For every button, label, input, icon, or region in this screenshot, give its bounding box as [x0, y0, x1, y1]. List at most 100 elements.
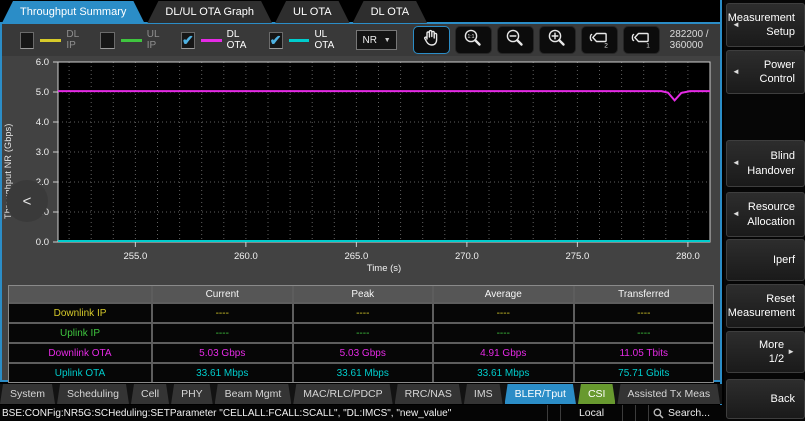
svg-text:2: 2	[604, 42, 608, 49]
row-label-downlink-ip: Downlink IP	[9, 304, 151, 322]
chart-toolbar: 1:1 2 1	[413, 26, 660, 54]
tab-ul-ota[interactable]: UL OTA	[275, 1, 350, 23]
tab-mac-rlc-pdcp[interactable]: MAC/RLC/PDCP	[293, 384, 392, 404]
zoom-1to1-button[interactable]: 1:1	[455, 26, 492, 54]
value-cell: ----	[153, 324, 292, 342]
softkey-label: Power Control	[741, 58, 795, 87]
rat-dropdown[interactable]: NR ▼	[356, 30, 396, 50]
tab-dl-ota[interactable]: DL OTA	[353, 1, 428, 23]
legend-label: UL IP	[147, 29, 167, 51]
softkey-iperf[interactable]: Iperf	[726, 239, 805, 281]
tab-ims[interactable]: IMS	[464, 384, 503, 404]
tab-rrc-nas[interactable]: RRC/NAS	[395, 384, 462, 404]
softkey-power-control[interactable]: ◄Power Control	[726, 50, 805, 94]
zoom-out-icon	[503, 26, 527, 55]
softkey-back[interactable]: Back	[726, 379, 805, 419]
svg-text:255.0: 255.0	[123, 251, 147, 262]
left-arrow-icon: ◄	[732, 209, 740, 219]
tab-cell[interactable]: Cell	[131, 384, 169, 404]
value-cell: ----	[575, 304, 714, 322]
legend-label: DL OTA	[227, 29, 255, 51]
search-button[interactable]: Search...	[648, 405, 724, 421]
ul-ota-line-swatch	[289, 39, 310, 42]
top-tab-bar: Throughput SummaryDL/UL OTA GraphUL OTAD…	[2, 1, 427, 23]
right-arrow-icon: ►	[787, 347, 795, 357]
collapse-panel-button[interactable]: <	[6, 180, 48, 222]
pan-hand-button[interactable]	[413, 26, 450, 54]
status-cell	[622, 405, 635, 421]
legend-item-ul-ota: ✔ UL OTA	[269, 29, 343, 51]
svg-text:1:1: 1:1	[468, 34, 475, 40]
zoom-in-button[interactable]	[539, 26, 576, 54]
chart-plot-area[interactable]: 0.01.02.03.04.05.06.0255.0260.0265.0270.…	[2, 56, 720, 285]
zoom-marker-1-button[interactable]: 1	[623, 26, 660, 54]
left-arrow-icon: ◄	[732, 67, 740, 77]
svg-text:4.0: 4.0	[36, 117, 49, 128]
svg-text:275.0: 275.0	[565, 251, 589, 262]
sample-counter: 282200 / 360000	[670, 29, 720, 51]
dl-ip-line-swatch	[40, 39, 61, 42]
zoom-marker-1-icon: 1	[629, 26, 653, 55]
svg-text:3.0: 3.0	[36, 147, 49, 158]
column-header-current: Current	[153, 286, 292, 302]
value-cell: ----	[575, 324, 714, 342]
svg-text:265.0: 265.0	[344, 251, 368, 262]
tab-system[interactable]: System	[0, 384, 55, 404]
softkey-measurement-setup[interactable]: ◄Measurement Setup	[726, 3, 805, 47]
value-cell: ----	[153, 304, 292, 322]
search-icon	[653, 408, 664, 419]
svg-text:280.0: 280.0	[676, 251, 700, 262]
status-cell	[635, 405, 648, 421]
softkey-label: Blind Handover	[741, 149, 795, 178]
chart-controls-row: DL IP UL IP ✔ DL OTA ✔ UL OTA NR ▼ 1:1 2 1 2822…	[2, 24, 720, 56]
dl-ip-checkbox[interactable]	[20, 32, 34, 49]
throughput-chart[interactable]: Throughput NR (Gbps) 0.01.02.03.04.05.06…	[2, 56, 720, 285]
value-cell: 33.61 Mbps	[294, 364, 433, 382]
softkey-reset-measurement[interactable]: Reset Measurement	[726, 284, 805, 328]
legend-label: UL OTA	[314, 29, 342, 51]
softkey-blind-handover[interactable]: ◄Blind Handover	[726, 140, 805, 187]
value-cell: 11.05 Tbits	[575, 344, 714, 362]
svg-text:1: 1	[646, 42, 650, 49]
bottom-tab-bar: SystemSchedulingCellPHYBeam MgmtMAC/RLC/…	[0, 384, 722, 404]
series-legend: DL IP UL IP ✔ DL OTA ✔ UL OTA	[20, 29, 356, 51]
svg-text:0.0: 0.0	[36, 237, 49, 248]
tab-dl-ul-ota-graph[interactable]: DL/UL OTA Graph	[147, 1, 272, 23]
value-cell: 33.61 Mbps	[434, 364, 573, 382]
value-cell: ----	[434, 324, 573, 342]
legend-item-ul-ip: UL IP	[100, 29, 166, 51]
softkey-label: Resource Allocation	[741, 200, 795, 229]
value-cell: ----	[294, 324, 433, 342]
tab-phy[interactable]: PHY	[171, 384, 213, 404]
ul-ota-checkbox[interactable]: ✔	[269, 32, 283, 49]
dl-ota-checkbox[interactable]: ✔	[181, 32, 195, 49]
tab-beam-mgmt[interactable]: Beam Mgmt	[215, 384, 292, 404]
tab-assisted-tx-meas[interactable]: Assisted Tx Meas	[617, 384, 720, 404]
svg-text:270.0: 270.0	[455, 251, 479, 262]
tab-csi[interactable]: CSI	[578, 384, 616, 404]
tab-bler-tput[interactable]: BLER/Tput	[505, 384, 576, 404]
legend-label: DL IP	[66, 29, 86, 51]
zoom-in-icon	[545, 26, 569, 55]
legend-item-dl-ota: ✔ DL OTA	[181, 29, 255, 51]
zoom-marker-2-button[interactable]: 2	[581, 26, 618, 54]
column-header-transferred: Transferred	[575, 286, 714, 302]
value-cell: ----	[434, 304, 573, 322]
softkey-resource-allocation[interactable]: ◄Resource Allocation	[726, 192, 805, 237]
legend-item-dl-ip: DL IP	[20, 29, 86, 51]
zoom-out-button[interactable]	[497, 26, 534, 54]
local-mode-indicator: Local	[560, 405, 622, 421]
tab-throughput-summary[interactable]: Throughput Summary	[2, 1, 144, 23]
value-cell: ----	[294, 304, 433, 322]
row-label-downlink-ota: Downlink OTA	[9, 344, 151, 362]
value-cell: 4.91 Gbps	[434, 344, 573, 362]
column-header-blank	[9, 286, 151, 302]
svg-text:5.0: 5.0	[36, 87, 49, 98]
value-cell: 5.03 Gbps	[294, 344, 433, 362]
ul-ip-checkbox[interactable]	[100, 32, 114, 49]
softkey-more-1-2[interactable]: More 1/2►	[726, 331, 805, 373]
row-label-uplink-ip: Uplink IP	[9, 324, 151, 342]
column-header-peak: Peak	[294, 286, 433, 302]
tab-scheduling[interactable]: Scheduling	[57, 384, 129, 404]
dl-ota-line-swatch	[201, 39, 222, 42]
